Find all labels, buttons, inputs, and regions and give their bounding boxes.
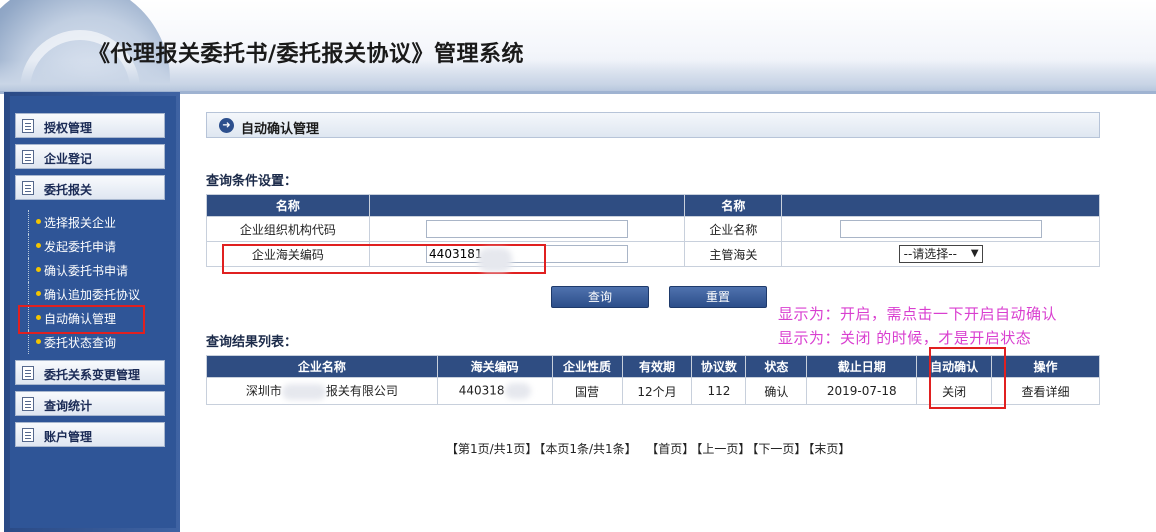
supervising-customs-select[interactable]: --请选择-- ▼ (898, 245, 983, 263)
company-name-suffix: 报关有限公司 (325, 384, 398, 399)
bullet-icon (36, 243, 41, 248)
query-col-header-blank (368, 194, 686, 217)
sidebar-item-enterprise-registration[interactable]: 企业登记 (15, 144, 165, 169)
col-header-count: 协议数 (691, 355, 747, 378)
document-icon (22, 397, 34, 411)
field-label-org-code: 企业组织机构代码 (206, 216, 370, 242)
pager-last-link[interactable]: 【末页】 (808, 442, 850, 456)
col-header-period: 有效期 (621, 355, 693, 378)
org-code-input[interactable] (426, 220, 629, 238)
sidebar-item-label: 委托关系变更管理 (44, 368, 141, 382)
submenu-label: 发起委托申请 (44, 239, 117, 254)
pager-prev-link[interactable]: 【上一页】 (696, 442, 750, 456)
redaction-blur (504, 383, 531, 399)
panel-title: 自动确认管理 (241, 122, 320, 137)
cell-customs-code: 440318 (436, 377, 553, 405)
submenu-label: 确认追加委托协议 (44, 287, 141, 302)
pager-first-link[interactable]: 【首页】 (646, 442, 694, 456)
query-button[interactable]: 查询 (551, 286, 649, 308)
customs-code-value: 440318 (458, 383, 505, 398)
pagination: 【第1页/共1页】 【本页1条/共1条】 【首页】 【上一页】 【下一页】 【末页】 (446, 440, 852, 457)
col-header-company-name: 企业名称 (206, 355, 438, 378)
arrow-right-icon: ➜ (219, 118, 234, 133)
field-label-company-name: 企业名称 (684, 216, 783, 242)
query-col-header: 名称 (684, 194, 783, 217)
sidebar-item-customs-delegation[interactable]: 委托报关 (15, 175, 165, 200)
tree-line (28, 210, 29, 234)
sidebar-item-label: 查询统计 (44, 399, 93, 413)
col-header-status: 状态 (745, 355, 808, 378)
highlight-box-auto-confirm (18, 305, 145, 334)
field-label-supervising-customs: 主管海关 (684, 241, 783, 267)
sidebar-item-label: 账户管理 (44, 430, 93, 444)
chevron-down-icon: ▼ (970, 248, 979, 259)
submenu-item-select-broker[interactable]: 选择报关企业 (24, 210, 174, 234)
cell-count: 112 (691, 377, 747, 405)
query-col-header: 名称 (206, 194, 370, 217)
reset-button[interactable]: 重置 (669, 286, 767, 308)
bullet-icon (36, 219, 41, 224)
submenu-label: 确认委托书申请 (44, 263, 129, 278)
bullet-icon (36, 267, 41, 272)
document-icon (22, 119, 34, 133)
annotation-note-line1: 显示为：开启，需点击一下开启自动确认 (778, 305, 1058, 323)
col-header-action: 操作 (991, 355, 1100, 378)
document-icon (22, 181, 34, 195)
app-title: 《代理报关委托书/委托报关协议》管理系统 (88, 42, 525, 67)
company-name-prefix: 深圳市 (245, 384, 282, 399)
tree-line (28, 258, 29, 282)
sidebar-item-label: 授权管理 (44, 121, 93, 135)
query-col-header-blank (781, 194, 1100, 217)
submenu-label: 委托状态查询 (44, 335, 117, 350)
cell-company-name: 深圳市 报关有限公司 (206, 377, 438, 405)
document-icon (22, 428, 34, 442)
cell-nature: 国营 (551, 377, 623, 405)
col-header-customs-code: 海关编码 (436, 355, 553, 378)
submenu-item-confirm-additional[interactable]: 确认追加委托协议 (24, 282, 174, 306)
company-name-cell (781, 216, 1100, 242)
query-section-title: 查询条件设置： (206, 174, 298, 189)
document-icon (22, 150, 34, 164)
sidebar-item-relationship-change[interactable]: 委托关系变更管理 (15, 360, 165, 385)
select-value: --请选择-- (903, 247, 957, 261)
highlight-box-auto-confirm-column (929, 347, 1006, 409)
org-code-cell (368, 216, 686, 242)
redaction-blur (281, 383, 326, 400)
document-icon (22, 366, 34, 380)
pager-row-info: 【本页1条/共1条】 (539, 442, 637, 456)
bullet-icon (36, 291, 41, 296)
sidebar-item-label: 委托报关 (44, 183, 93, 197)
submenu-item-confirm-request[interactable]: 确认委托书申请 (24, 258, 174, 282)
panel-header: ➜ 自动确认管理 (206, 112, 1100, 138)
redaction-blur (478, 248, 512, 272)
app-header: 《代理报关委托书/委托报关协议》管理系统 (0, 0, 1156, 92)
cell-period: 12个月 (621, 377, 693, 405)
supervising-customs-cell: --请选择-- ▼ (781, 241, 1100, 267)
company-name-input[interactable] (839, 220, 1042, 238)
annotation-note-line2: 显示为：关闭 的时候，才是开启状态 (778, 329, 1032, 347)
col-header-nature: 企业性质 (551, 355, 623, 378)
results-section-title: 查询结果列表： (206, 335, 298, 350)
cell-deadline: 2019-07-18 (806, 377, 918, 405)
tree-line (28, 282, 29, 306)
sidebar-item-statistics[interactable]: 查询统计 (15, 391, 165, 416)
sidebar-item-account[interactable]: 账户管理 (15, 422, 165, 447)
pager-page-info: 【第1页/共1页】 (446, 442, 538, 456)
sidebar-item-label: 企业登记 (44, 152, 93, 166)
cell-status: 确认 (745, 377, 808, 405)
pager-next-link[interactable]: 【下一页】 (752, 442, 806, 456)
col-header-deadline: 截止日期 (806, 355, 918, 378)
submenu-label: 选择报关企业 (44, 215, 117, 230)
view-details-link[interactable]: 查看详细 (991, 377, 1100, 405)
bullet-icon (36, 339, 41, 344)
tree-line (28, 234, 29, 258)
submenu-item-initiate-request[interactable]: 发起委托申请 (24, 234, 174, 258)
sidebar-item-authorization[interactable]: 授权管理 (15, 113, 165, 138)
